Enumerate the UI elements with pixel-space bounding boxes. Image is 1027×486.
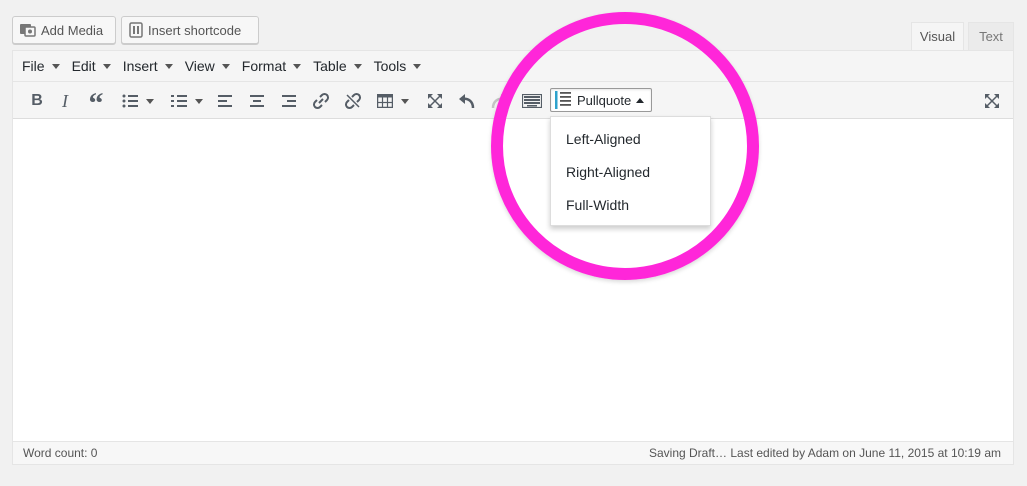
insert-shortcode-button[interactable]: Insert shortcode (121, 16, 259, 44)
align-center-icon (250, 95, 264, 107)
menu-tools-label: Tools (373, 58, 407, 74)
numbered-list-button[interactable] (168, 86, 206, 116)
redo-button[interactable] (488, 86, 510, 116)
shortcode-icon (129, 22, 143, 38)
chevron-down-icon (413, 64, 422, 69)
menu-table[interactable]: Table (308, 51, 366, 82)
keyboard-icon (522, 94, 542, 108)
redo-icon (491, 94, 507, 109)
menu-file-label: File (22, 58, 45, 74)
menu-file[interactable]: File (17, 51, 65, 82)
chevron-down-icon (195, 98, 203, 104)
align-right-icon (282, 95, 296, 107)
menu-format-label: Format (241, 58, 287, 74)
blockquote-icon: “ (88, 87, 104, 120)
tab-text[interactable]: Text (968, 22, 1014, 50)
bullet-list-icon (122, 94, 138, 108)
menubar: File Edit Insert View Format Table Tools (13, 51, 1013, 82)
chevron-down-icon (401, 98, 409, 104)
menu-format[interactable]: Format (237, 51, 306, 82)
italic-button[interactable]: I (54, 86, 76, 116)
add-media-button[interactable]: Add Media (12, 16, 116, 44)
menu-tools[interactable]: Tools (369, 51, 427, 82)
menu-view[interactable]: View (180, 51, 235, 82)
link-button[interactable] (310, 86, 332, 116)
menu-edit[interactable]: Edit (67, 51, 116, 82)
menu-insert[interactable]: Insert (118, 51, 178, 82)
tab-visual[interactable]: Visual (911, 22, 964, 50)
blockquote-button[interactable]: “ (85, 86, 107, 120)
chevron-down-icon (51, 64, 60, 69)
save-status: Saving Draft… Last edited by Adam on Jun… (648, 446, 1001, 460)
align-left-icon (218, 95, 232, 107)
pullquote-option-left-aligned[interactable]: Left-Aligned (551, 122, 710, 155)
undo-icon (459, 94, 475, 109)
fullscreen-button[interactable] (424, 86, 446, 116)
align-center-button[interactable] (246, 86, 268, 116)
add-media-label: Add Media (41, 22, 104, 38)
fullscreen-icon (428, 94, 442, 108)
unlink-button[interactable] (342, 86, 364, 116)
undo-button[interactable] (456, 86, 478, 116)
keyboard-button[interactable] (520, 86, 544, 116)
pullquote-label: Pullquote (577, 92, 632, 108)
pullquote-icon (555, 91, 571, 109)
chevron-down-icon (293, 64, 302, 69)
media-icon (20, 24, 36, 37)
pullquote-dropdown: Left-Aligned Right-Aligned Full-Width (550, 116, 711, 226)
menu-table-label: Table (313, 58, 347, 74)
menu-insert-label: Insert (122, 58, 158, 74)
editor: File Edit Insert View Format Table Tools… (12, 50, 1014, 465)
bold-button[interactable]: B (25, 86, 49, 116)
align-right-button[interactable] (278, 86, 300, 116)
numbered-list-icon (171, 95, 187, 107)
chevron-down-icon (164, 64, 173, 69)
chevron-down-icon (146, 98, 154, 104)
align-left-button[interactable] (214, 86, 236, 116)
menu-edit-label: Edit (71, 58, 96, 74)
chevron-down-icon (353, 64, 362, 69)
expand-button[interactable] (980, 86, 1004, 116)
table-icon (377, 94, 393, 108)
link-icon (312, 92, 330, 110)
pullquote-button[interactable]: Pullquote (550, 88, 652, 112)
pullquote-option-full-width[interactable]: Full-Width (551, 188, 710, 221)
italic-icon: I (62, 90, 68, 111)
chevron-down-icon (102, 64, 111, 69)
bold-icon: B (31, 92, 43, 109)
chevron-up-icon (636, 97, 645, 103)
toolbar: B I “ Pullquote (13, 82, 1013, 119)
chevron-down-icon (221, 64, 230, 69)
statusbar: Word count: 0 Saving Draft… Last edited … (13, 441, 1013, 464)
insert-shortcode-label: Insert shortcode (148, 22, 242, 38)
word-count: Word count: 0 (23, 446, 98, 460)
table-button[interactable] (374, 86, 412, 116)
expand-icon (985, 94, 999, 108)
bullet-list-button[interactable] (119, 86, 157, 116)
menu-view-label: View (184, 58, 215, 74)
unlink-icon (344, 92, 362, 110)
pullquote-option-right-aligned[interactable]: Right-Aligned (551, 155, 710, 188)
